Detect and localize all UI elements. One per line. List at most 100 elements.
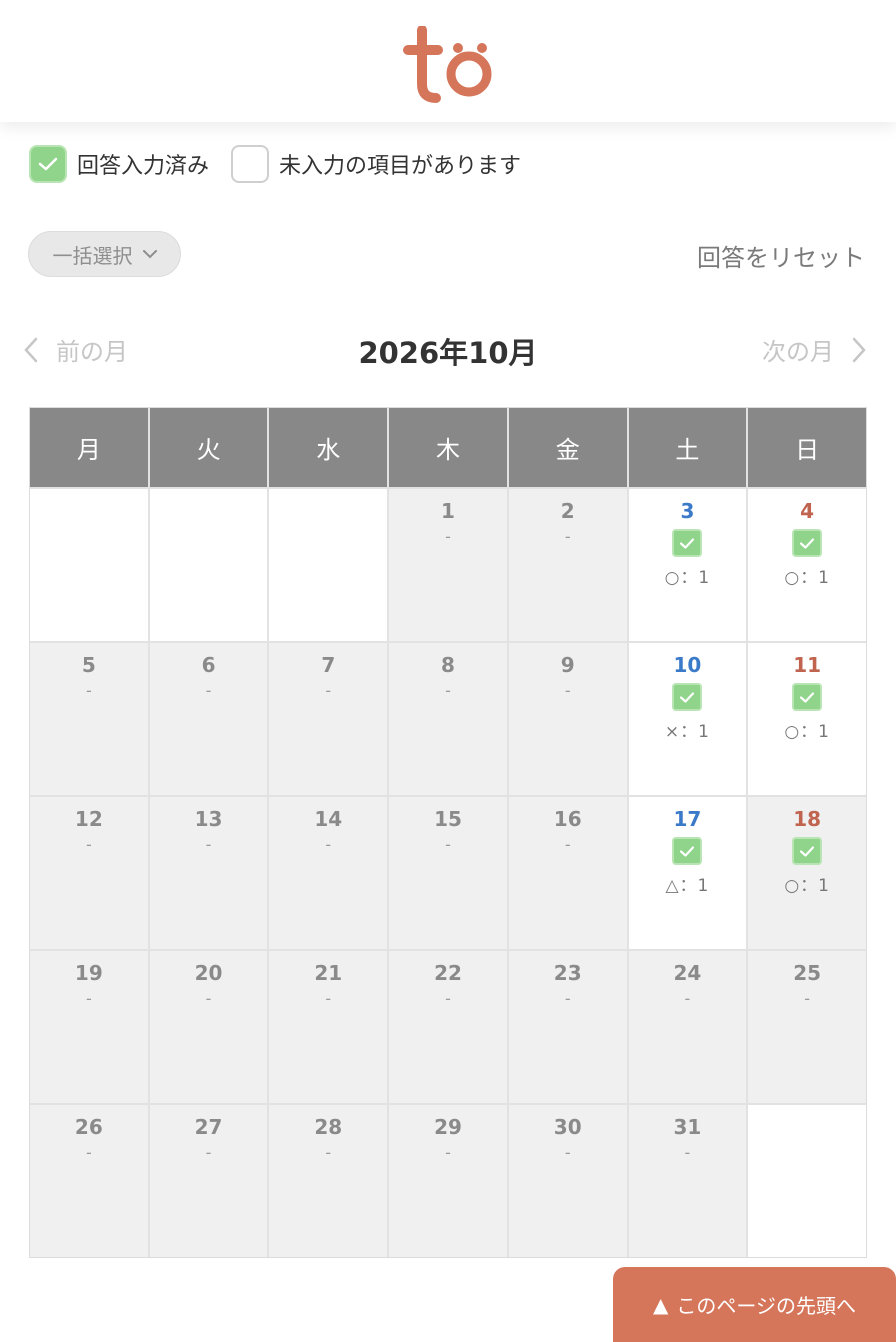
back-to-top-label: このページの先頭へ xyxy=(676,1294,856,1318)
answered-check-icon xyxy=(672,683,703,711)
calendar-day-cell[interactable]: 6- xyxy=(149,643,268,795)
weekday-header: 木 xyxy=(389,408,507,487)
calendar-day-cell[interactable]: 26 - xyxy=(30,1105,148,1257)
no-answer-mark: - xyxy=(564,1143,571,1162)
answer-summary: ○：1 xyxy=(784,568,830,588)
answer-summary: ○：1 xyxy=(784,876,830,896)
triangle-up-icon: ▲ xyxy=(653,1292,669,1317)
answered-check-icon xyxy=(792,529,823,557)
calendar-day-cell[interactable]: 9- xyxy=(508,643,627,795)
calendar-empty-cell xyxy=(149,489,268,641)
day-number: 22 xyxy=(434,961,462,985)
calendar-day-cell[interactable]: 13 - xyxy=(149,797,268,949)
day-number: 26 xyxy=(74,1115,103,1139)
calendar-grid: 月火水木金土日 1-2-3 ○：1 4 ○：1 5-6-7-8-9-10 ×：1 11 ○：1 1… xyxy=(29,407,867,1258)
answer-summary: ○：1 xyxy=(664,568,711,588)
answered-check-icon xyxy=(792,837,823,865)
chevron-down-icon xyxy=(142,249,157,258)
day-number: 19 xyxy=(74,961,103,985)
calendar-day-cell[interactable]: 3 ○：1 xyxy=(628,489,747,641)
no-answer-mark: - xyxy=(85,1143,92,1162)
calendar-day-cell[interactable]: 21 - xyxy=(269,951,388,1103)
no-answer-mark: - xyxy=(325,1143,332,1162)
calendar-day-cell[interactable]: 2- xyxy=(508,489,627,641)
calendar-day-cell[interactable]: 31 - xyxy=(628,1105,747,1257)
answered-legend-label: 回答入力済み xyxy=(77,154,210,179)
calendar-day-cell[interactable]: 7- xyxy=(269,643,388,795)
no-answer-mark: - xyxy=(85,989,92,1008)
no-answer-mark: - xyxy=(325,681,332,700)
calendar-day-cell[interactable]: 14 - xyxy=(269,797,388,949)
day-number: 18 xyxy=(793,807,822,831)
day-number: 5 xyxy=(81,653,96,677)
calendar-day-cell[interactable]: 20 - xyxy=(149,951,268,1103)
site-header xyxy=(0,0,896,122)
no-answer-mark: - xyxy=(325,989,332,1008)
back-to-top-button[interactable]: ▲ このページの先頭へ xyxy=(613,1267,896,1342)
calendar-day-cell[interactable]: 16 - xyxy=(508,797,627,949)
no-answer-mark: - xyxy=(205,835,212,854)
day-number: 7 xyxy=(321,653,336,677)
day-number: 9 xyxy=(560,653,575,677)
next-month-label: 次の月 xyxy=(762,338,834,366)
calendar-day-cell[interactable]: 12 - xyxy=(30,797,148,949)
day-number: 2 xyxy=(560,499,575,523)
weekday-header: 火 xyxy=(149,408,268,487)
day-number: 27 xyxy=(194,1115,223,1139)
day-number: 15 xyxy=(434,807,462,831)
calendar-day-cell[interactable]: 5- xyxy=(30,643,148,795)
no-answer-mark: - xyxy=(205,1143,212,1162)
calendar-day-cell[interactable]: 27 - xyxy=(149,1105,268,1257)
no-answer-mark: - xyxy=(684,1143,691,1162)
brand-logo[interactable] xyxy=(402,26,494,104)
calendar-day-cell[interactable]: 23 - xyxy=(508,951,627,1103)
day-number: 6 xyxy=(201,653,216,677)
day-number: 3 xyxy=(680,499,695,523)
calendar-day-cell[interactable]: 24 - xyxy=(628,951,747,1103)
calendar-day-cell[interactable]: 18 ○：1 xyxy=(748,797,866,949)
day-number: 1 xyxy=(441,499,455,523)
calendar-day-cell[interactable]: 1- xyxy=(389,489,507,641)
no-answer-mark: - xyxy=(564,989,571,1008)
no-answer-mark: - xyxy=(325,835,332,854)
no-answer-mark: - xyxy=(564,681,571,700)
calendar-day-cell[interactable]: 17 △：1 xyxy=(628,797,747,949)
day-number: 14 xyxy=(314,807,343,831)
no-answer-mark: - xyxy=(564,527,571,546)
day-number: 23 xyxy=(553,961,582,985)
answered-check-icon xyxy=(672,529,703,557)
day-number: 10 xyxy=(673,653,702,677)
calendar-day-cell[interactable]: 19 - xyxy=(30,951,148,1103)
unanswered-legend-label: 未入力の項目があります xyxy=(279,154,522,179)
day-number: 13 xyxy=(194,807,223,831)
day-number: 12 xyxy=(74,807,103,831)
calendar-day-cell[interactable]: 15 - xyxy=(389,797,507,949)
no-answer-mark: - xyxy=(85,681,92,700)
no-answer-mark: - xyxy=(445,989,451,1008)
calendar-day-cell[interactable]: 10 ×：1 xyxy=(628,643,747,795)
answer-summary: ○：1 xyxy=(784,722,830,742)
weekday-header: 金 xyxy=(508,408,627,487)
bulk-select-dropdown[interactable]: 一括選択 xyxy=(28,231,181,277)
calendar-day-cell[interactable]: 25 - xyxy=(748,951,866,1103)
calendar-day-cell[interactable]: 22 - xyxy=(389,951,507,1103)
day-number: 20 xyxy=(194,961,223,985)
answered-swatch xyxy=(29,145,67,183)
next-month-button[interactable]: 次の月 xyxy=(762,332,866,367)
day-number: 25 xyxy=(793,961,822,985)
calendar-day-cell[interactable]: 4 ○：1 xyxy=(748,489,866,641)
chevron-right-icon xyxy=(852,337,866,362)
check-icon xyxy=(38,157,58,171)
answered-check-icon xyxy=(672,837,703,865)
calendar-day-cell[interactable]: 11 ○：1 xyxy=(748,643,866,795)
calendar-day-cell[interactable]: 29 - xyxy=(389,1105,507,1257)
calendar-empty-cell xyxy=(30,489,148,641)
reset-answers-button[interactable]: 回答をリセット xyxy=(697,238,865,273)
calendar-day-cell[interactable]: 30 - xyxy=(508,1105,627,1257)
calendar-day-cell[interactable]: 28 - xyxy=(269,1105,388,1257)
no-answer-mark: - xyxy=(445,681,451,700)
calendar-empty-cell xyxy=(269,489,388,641)
no-answer-mark: - xyxy=(564,835,571,854)
answer-summary: △：1 xyxy=(665,876,710,896)
calendar-day-cell[interactable]: 8- xyxy=(389,643,507,795)
